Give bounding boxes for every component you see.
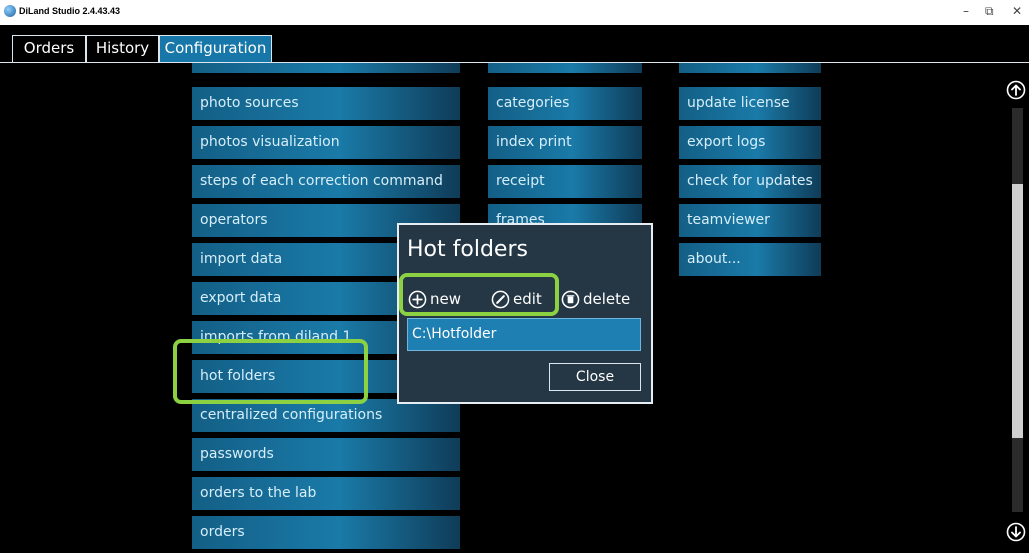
scroll-down-icon[interactable] xyxy=(1006,522,1026,542)
menu-item-about[interactable]: about... xyxy=(679,243,821,276)
dialog-title: Hot folders xyxy=(407,237,528,262)
menu-item-teamviewer[interactable]: teamviewer xyxy=(679,204,821,237)
menu-item-photo-sources[interactable]: photo sources xyxy=(192,87,460,120)
minimize-button[interactable]: – xyxy=(963,4,969,18)
tab-orders[interactable]: Orders xyxy=(12,35,86,62)
menu-item-clipped xyxy=(488,63,642,73)
restore-button[interactable]: ⧉ xyxy=(985,4,994,18)
close-window-button[interactable]: ✕ xyxy=(1012,4,1022,18)
scroll-up-icon[interactable] xyxy=(1006,80,1026,100)
menu-item-steps-correction[interactable]: steps of each correction command xyxy=(192,165,460,198)
highlight-new-edit xyxy=(399,273,559,316)
delete-button[interactable]: delete xyxy=(561,288,630,310)
menu-item-photos-visualization[interactable]: photos visualization xyxy=(192,126,460,159)
tab-configuration[interactable]: Configuration xyxy=(159,35,272,62)
menu-item-categories[interactable]: categories xyxy=(488,87,642,120)
tab-history[interactable]: History xyxy=(86,35,159,62)
tab-bar: Orders History Configuration xyxy=(0,25,1029,63)
menu-item-clipped xyxy=(192,63,460,73)
menu-item-export-logs[interactable]: export logs xyxy=(679,126,821,159)
scrollbar-track[interactable] xyxy=(1012,108,1023,512)
menu-item-index-print[interactable]: index print xyxy=(488,126,642,159)
scrollbar-thumb[interactable] xyxy=(1012,184,1023,438)
delete-button-label: delete xyxy=(583,290,631,308)
app-logo-icon xyxy=(4,5,16,17)
menu-item-orders[interactable]: orders xyxy=(192,516,460,549)
window-title: DiLand Studio 2.4.43.43 xyxy=(19,6,121,16)
menu-item-orders-to-lab[interactable]: orders to the lab xyxy=(192,477,460,510)
hot-folders-list[interactable]: C:\Hotfolder xyxy=(407,318,641,351)
title-bar: DiLand Studio 2.4.43.43 – ⧉ ✕ xyxy=(0,0,1029,25)
list-item[interactable]: C:\Hotfolder xyxy=(412,319,496,350)
close-button[interactable]: Close xyxy=(549,363,641,391)
trash-circle-icon xyxy=(561,290,580,309)
menu-item-receipt[interactable]: receipt xyxy=(488,165,642,198)
highlight-hot-folders xyxy=(173,339,368,404)
menu-item-passwords[interactable]: passwords xyxy=(192,438,460,471)
menu-item-check-updates[interactable]: check for updates xyxy=(679,165,821,198)
menu-item-update-license[interactable]: update license xyxy=(679,87,821,120)
menu-item-clipped xyxy=(679,63,821,73)
